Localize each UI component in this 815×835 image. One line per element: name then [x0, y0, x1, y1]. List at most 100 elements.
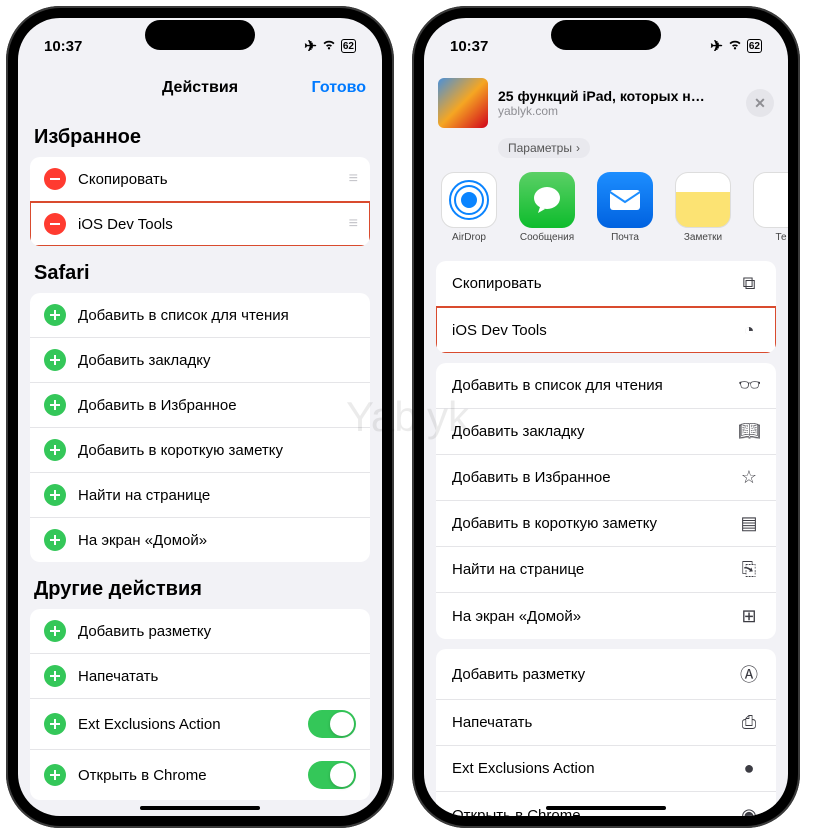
battery-icon: 62 [747, 39, 762, 53]
app-label: Те [775, 232, 786, 243]
safari-row[interactable]: Найти на странице [30, 473, 370, 518]
add-icon[interactable] [44, 665, 66, 687]
add-icon[interactable] [44, 349, 66, 371]
favorites-header: Избранное [18, 110, 382, 157]
nav-title: Действия [162, 79, 238, 97]
action-homescreen[interactable]: На экран «Домой»⊞ [436, 593, 776, 639]
note-icon: ▤ [738, 513, 760, 534]
remove-icon[interactable] [44, 213, 66, 235]
other-row[interactable]: Добавить разметку [30, 609, 370, 654]
add-icon[interactable] [44, 713, 66, 735]
action-label: Найти на странице [452, 561, 584, 578]
action-bookmark[interactable]: Добавить закладку📖︎ [436, 409, 776, 455]
row-label: Открыть в Chrome [78, 767, 296, 784]
wifi-icon [727, 38, 743, 55]
remove-icon[interactable] [44, 168, 66, 190]
drag-handle-icon[interactable]: ≡ [349, 215, 356, 233]
action-label: Ext Exclusions Action [452, 760, 595, 777]
row-label: Ext Exclusions Action [78, 716, 296, 733]
other-list: Добавить разметку Напечатать Ext Exclusi… [30, 609, 370, 800]
done-button[interactable]: Готово [312, 79, 366, 97]
add-icon[interactable] [44, 304, 66, 326]
other-row[interactable]: Напечатать [30, 654, 370, 699]
action-list: Добавить в список для чтения👓︎ Добавить … [436, 363, 776, 639]
airplane-icon: ✈︎ [710, 37, 723, 55]
favorite-row-devtools[interactable]: iOS Dev Tools ≡ [30, 202, 370, 246]
dynamic-island [551, 20, 661, 50]
action-favorite[interactable]: Добавить в Избранное☆ [436, 455, 776, 501]
row-label: На экран «Домой» [78, 532, 356, 549]
mail-app[interactable]: Почта [594, 172, 656, 243]
row-label: Напечатать [78, 668, 356, 685]
primary-actions: Скопировать ⧉ iOS Dev Tools ◔ [436, 261, 776, 353]
action-copy[interactable]: Скопировать ⧉ [436, 261, 776, 307]
action-find[interactable]: Найти на странице⎘ [436, 547, 776, 593]
airdrop-icon [449, 180, 489, 220]
action-devtools[interactable]: iOS Dev Tools ◔ [436, 307, 776, 353]
app-label: AirDrop [452, 232, 486, 243]
toggle-switch[interactable] [308, 761, 356, 789]
add-icon[interactable] [44, 529, 66, 551]
share-subtitle: yablyk.com [498, 104, 736, 118]
share-params-button[interactable]: Параметры› [498, 138, 590, 158]
toggle-switch[interactable] [308, 710, 356, 738]
action-chrome[interactable]: Открыть в Chrome◉ [436, 792, 776, 816]
messages-icon [530, 183, 564, 217]
row-label: Добавить в Избранное [78, 397, 356, 414]
action-label: На экран «Домой» [452, 608, 581, 625]
action-reading-list[interactable]: Добавить в список для чтения👓︎ [436, 363, 776, 409]
mail-icon [608, 188, 642, 212]
app-label: Заметки [684, 232, 722, 243]
notes-app[interactable]: Заметки [672, 172, 734, 243]
other-row[interactable]: Открыть в Chrome [30, 750, 370, 800]
status-time: 10:37 [450, 38, 488, 55]
home-indicator[interactable] [546, 806, 666, 810]
action-label: Добавить в Избранное [452, 469, 611, 486]
extra-app[interactable]: Те [750, 172, 788, 243]
action-label: Добавить разметку [452, 666, 585, 683]
phone-left: 10:37 ✈︎ 62 Действия Готово Избранное Ск… [6, 6, 394, 828]
dynamic-island [145, 20, 255, 50]
action-label: Добавить в короткую заметку [452, 515, 657, 532]
action-ext-exclusions[interactable]: Ext Exclusions Action ● [436, 746, 776, 792]
action-print[interactable]: Напечатать⎙ [436, 700, 776, 746]
row-label: iOS Dev Tools [78, 216, 337, 233]
safari-row[interactable]: Добавить в Избранное [30, 383, 370, 428]
safari-row[interactable]: На экран «Домой» [30, 518, 370, 562]
safari-list: Добавить в список для чтения Добавить за… [30, 293, 370, 562]
wifi-icon [321, 38, 337, 55]
messages-app[interactable]: Сообщения [516, 172, 578, 243]
glasses-icon: 👓︎ [738, 375, 760, 396]
app-label: Сообщения [520, 232, 574, 243]
safari-row[interactable]: Добавить в список для чтения [30, 293, 370, 338]
row-label: Добавить в короткую заметку [78, 442, 356, 459]
drag-handle-icon[interactable]: ≡ [349, 170, 356, 188]
notes-icon [675, 172, 731, 228]
safari-row[interactable]: Добавить закладку [30, 338, 370, 383]
safari-header: Safari [18, 246, 382, 293]
safari-row[interactable]: Добавить в короткую заметку [30, 428, 370, 473]
share-apps-row[interactable]: AirDrop Сообщения Почта Заметки Те [424, 158, 788, 251]
status-time: 10:37 [44, 38, 82, 55]
add-icon[interactable] [44, 394, 66, 416]
other-row[interactable]: Ext Exclusions Action [30, 699, 370, 750]
add-icon[interactable] [44, 620, 66, 642]
action-quicknote[interactable]: Добавить в короткую заметку ▤ [436, 501, 776, 547]
close-button[interactable]: ✕ [746, 89, 774, 117]
share-thumbnail [438, 78, 488, 128]
action-label: iOS Dev Tools [452, 322, 547, 339]
action-markup[interactable]: Добавить разметку Ⓐ [436, 649, 776, 700]
favorite-row-copy[interactable]: Скопировать ≡ [30, 157, 370, 202]
add-icon[interactable] [44, 764, 66, 786]
add-icon[interactable] [44, 439, 66, 461]
favorites-list: Скопировать ≡ iOS Dev Tools ≡ [30, 157, 370, 246]
add-icon[interactable] [44, 484, 66, 506]
row-label: Добавить в список для чтения [78, 307, 356, 324]
chrome-icon: ◉ [738, 805, 760, 817]
chevron-right-icon: › [576, 141, 580, 155]
markup-icon: Ⓐ [738, 661, 760, 687]
ninja-icon: ● [738, 758, 760, 779]
action-label: Добавить закладку [452, 423, 585, 440]
airdrop-app[interactable]: AirDrop [438, 172, 500, 243]
home-indicator[interactable] [140, 806, 260, 810]
